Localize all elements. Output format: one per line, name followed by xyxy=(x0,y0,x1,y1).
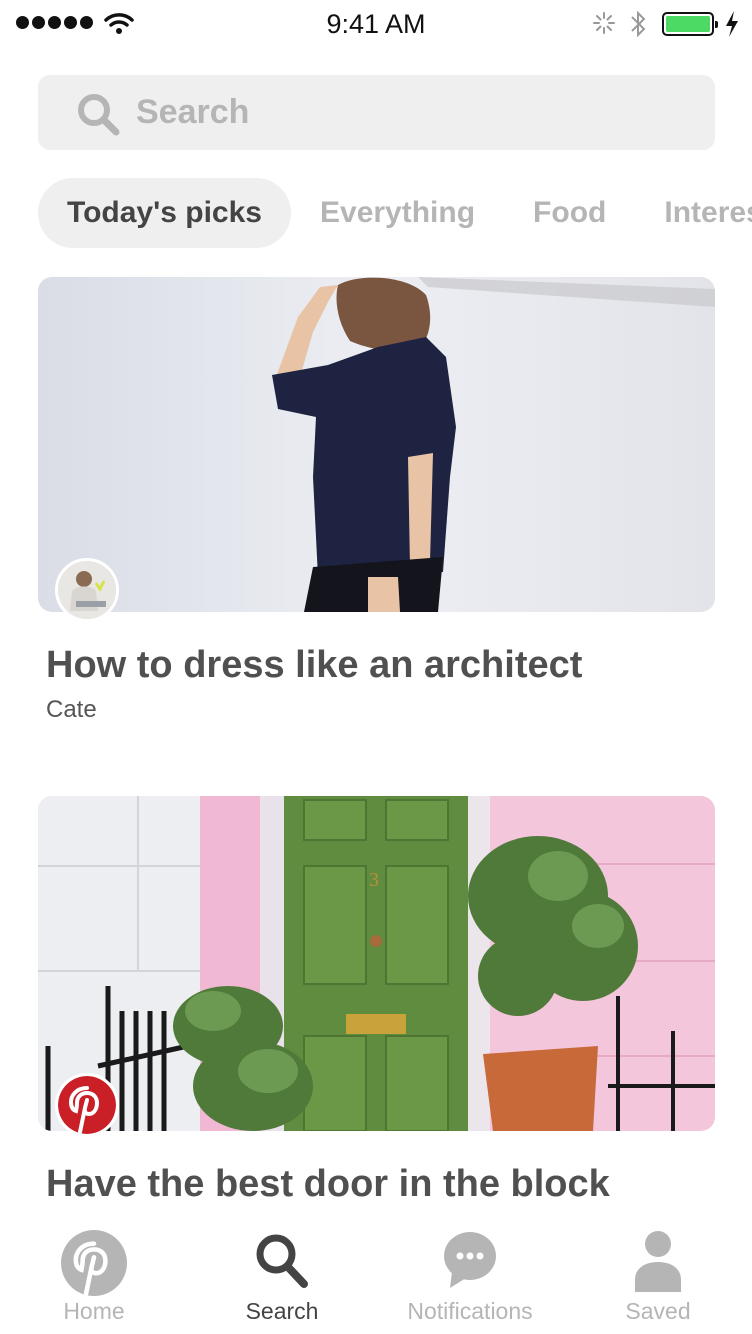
tab-bar-label: Notifications xyxy=(407,1298,533,1324)
tab-bar-notifications[interactable]: Notifications xyxy=(376,1218,564,1334)
search-icon xyxy=(78,94,120,136)
tab-bar-home[interactable]: Home xyxy=(0,1218,188,1334)
pinterest-home-icon xyxy=(61,1230,127,1296)
activity-spinner-icon xyxy=(593,12,615,34)
pin-card[interactable]: How to dress like an architect Cate xyxy=(38,277,715,724)
search-bar[interactable] xyxy=(38,75,715,150)
tab-everything[interactable]: Everything xyxy=(291,178,504,248)
pin-image[interactable]: 3 xyxy=(38,796,715,1131)
search-icon xyxy=(256,1234,308,1288)
user-avatar[interactable] xyxy=(55,558,119,622)
category-tabs: Today's picksEverythingFoodInterests xyxy=(38,178,752,250)
green-door-photo: 3 xyxy=(38,796,715,1131)
search-input[interactable] xyxy=(136,75,696,150)
pinterest-logo[interactable] xyxy=(55,1073,119,1137)
person-icon xyxy=(635,1231,681,1292)
tab-interests[interactable]: Interests xyxy=(635,178,752,248)
tab-food[interactable]: Food xyxy=(504,178,635,248)
tab-bar-search[interactable]: Search xyxy=(188,1218,376,1334)
battery-icon xyxy=(662,12,718,36)
chat-bubble-icon xyxy=(444,1232,496,1288)
scroll-fade xyxy=(0,1196,752,1220)
tab-bar-label: Search xyxy=(245,1298,319,1324)
pin-title[interactable]: How to dress like an architect xyxy=(46,642,715,688)
tab-todays-picks[interactable]: Today's picks xyxy=(38,178,291,248)
tab-bar-label: Home xyxy=(63,1298,125,1324)
bluetooth-icon xyxy=(631,10,646,38)
avatar-image xyxy=(58,561,116,619)
pinterest-logo-icon xyxy=(58,1076,116,1134)
bottom-tab-bar: Home Search Notifications Saved xyxy=(0,1218,752,1334)
svg-text:3: 3 xyxy=(369,869,379,891)
pin-card[interactable]: 3 Have the best door in the block xyxy=(38,796,715,1207)
tab-bar-label: Saved xyxy=(625,1298,691,1324)
status-bar: 9:41 AM xyxy=(0,0,752,48)
tab-bar-saved[interactable]: Saved xyxy=(564,1218,752,1334)
charging-bolt-icon xyxy=(726,11,738,37)
pin-author[interactable]: Cate xyxy=(46,696,715,724)
architect-photo xyxy=(38,277,715,612)
pin-image[interactable] xyxy=(38,277,715,612)
